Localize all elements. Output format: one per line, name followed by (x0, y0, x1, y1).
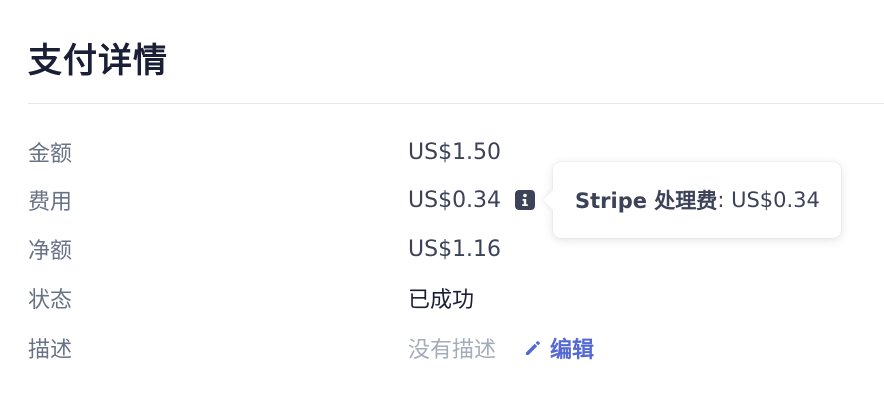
net-value: US$1.16 (408, 236, 502, 262)
section-title: 支付详情 (28, 41, 168, 81)
description-value-group: 没有描述 编辑 (408, 332, 594, 364)
fee-value: US$0.34 (408, 187, 502, 213)
payment-details-panel: 支付详情 金额 US$1.50 费用 US$0.34 净额 US$1.16 状态… (0, 0, 884, 410)
divider (28, 103, 884, 104)
info-icon[interactable] (515, 190, 536, 210)
fee-value-group: US$0.34 (408, 187, 536, 213)
status-value: 已成功 (408, 288, 475, 313)
tooltip-label: Stripe 处理费 (575, 189, 718, 213)
edit-label: 编辑 (550, 338, 595, 363)
tooltip-value: US$0.34 (731, 188, 820, 212)
description-value: 没有描述 (408, 338, 497, 363)
detail-row-description: 描述 没有描述 编辑 (28, 330, 884, 366)
amount-value: US$1.50 (408, 139, 502, 165)
detail-row-status: 状态 已成功 (28, 280, 884, 316)
tooltip-separator: : (717, 188, 725, 212)
description-label: 描述 (28, 338, 73, 363)
edit-description-button[interactable]: 编辑 (524, 332, 594, 364)
fee-tooltip: Stripe 处理费: US$0.34 (543, 162, 841, 238)
net-label: 净额 (28, 239, 73, 264)
status-label: 状态 (28, 288, 73, 313)
amount-label: 金额 (28, 142, 73, 167)
fee-label: 费用 (28, 190, 73, 215)
pencil-icon (526, 341, 540, 355)
